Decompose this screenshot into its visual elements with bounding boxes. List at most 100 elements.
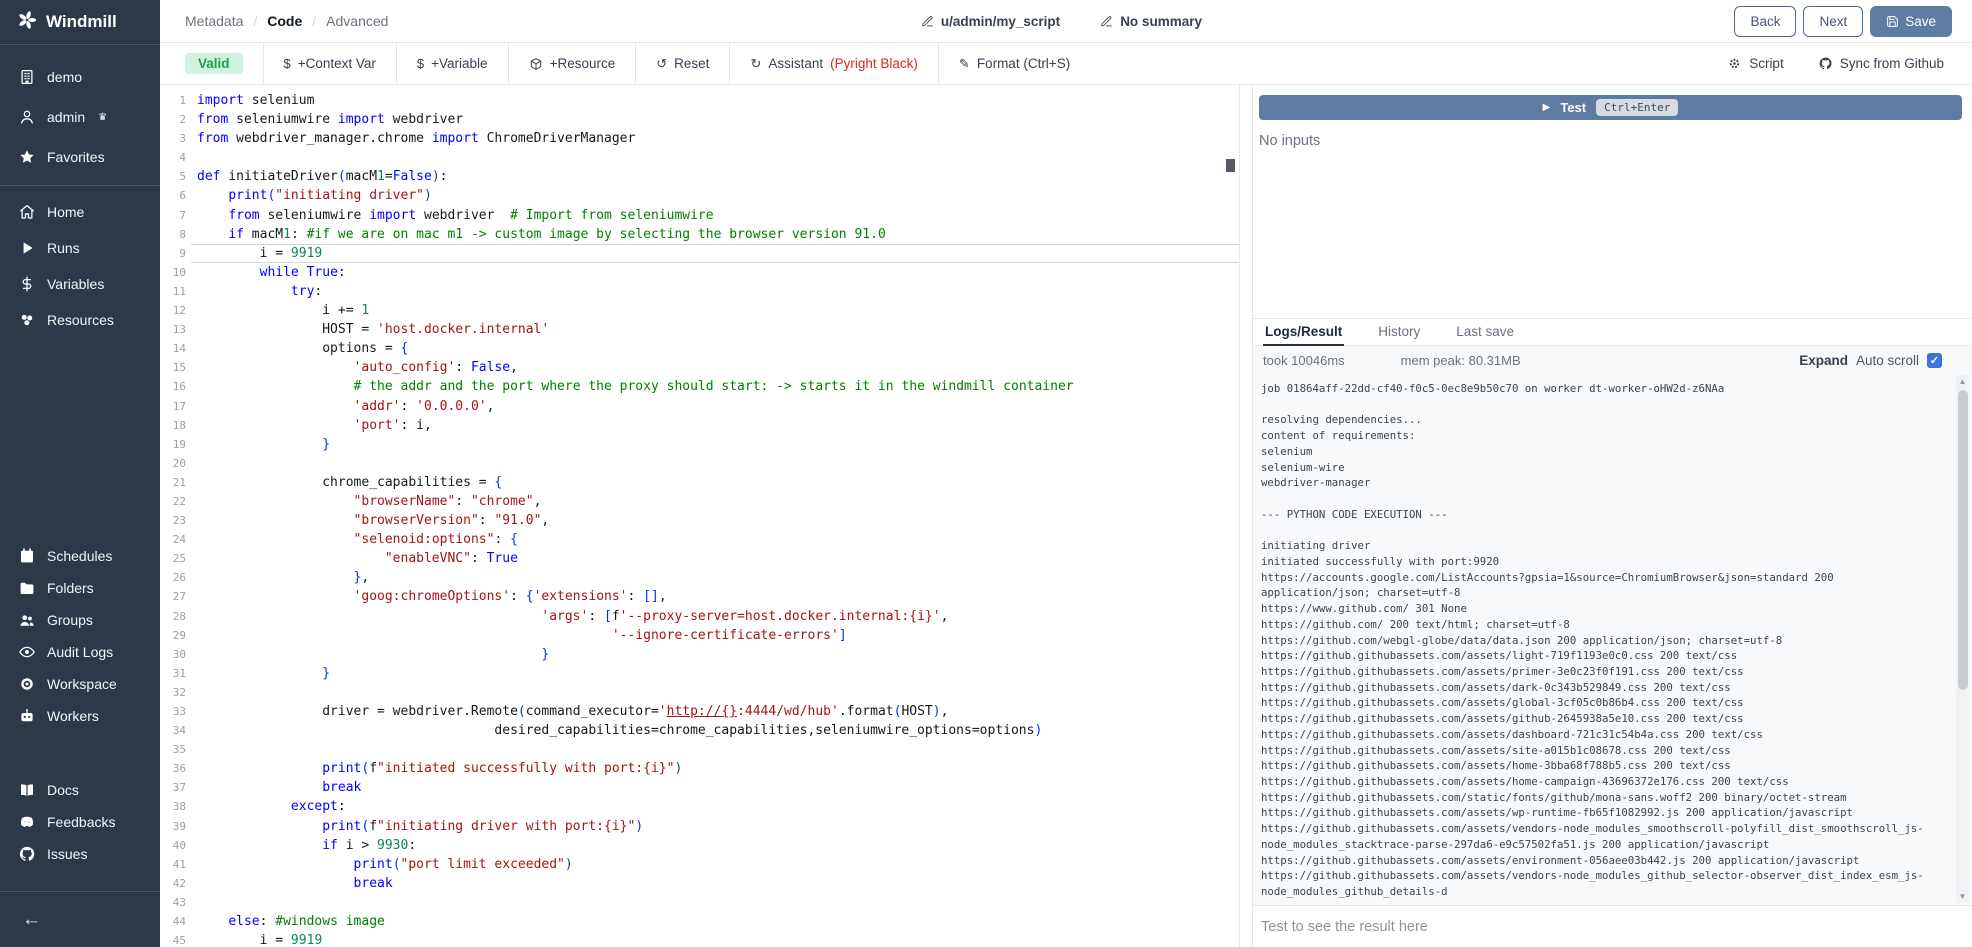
tab-metadata[interactable]: Metadata [185,13,243,29]
code-line[interactable]: 16 # the addr and the port where the pro… [160,377,1239,396]
line-number: 44 [160,912,186,931]
code-text: if macM1: #if we are on mac m1 -> custom… [197,225,886,244]
code-line[interactable]: 44 else: #windows image [160,912,1239,931]
code-line[interactable]: 37 break [160,778,1239,797]
code-line[interactable]: 1import selenium [160,91,1239,110]
add-context-var-button[interactable]: $+Context Var [263,43,396,84]
tab-code[interactable]: Code [267,13,302,29]
results-tab-history[interactable]: History [1378,324,1420,345]
code-line[interactable]: 17 'addr': '0.0.0.0', [160,397,1239,416]
sidebar-item-admin[interactable]: admin♛ [0,97,160,137]
code-line[interactable]: 28 'args': [f'--proxy-server=host.docker… [160,607,1239,626]
code-line[interactable]: 40 if i > 9930: [160,836,1239,855]
code-line[interactable]: 3from webdriver_manager.chrome import Ch… [160,129,1239,148]
code-line[interactable]: 31 } [160,664,1239,683]
sidebar-item-favorites[interactable]: Favorites [0,137,160,177]
code-line[interactable]: 15 'auto_config': False, [160,358,1239,377]
code-text: from webdriver_manager.chrome import Chr… [197,129,635,148]
code-line[interactable]: 45 i = 9919 [160,931,1239,947]
sidebar-item-demo[interactable]: demo [0,57,160,97]
code-line[interactable]: 20 [160,454,1239,473]
sidebar-item-issues[interactable]: Issues [0,838,160,870]
line-number: 34 [160,721,186,740]
code-line[interactable]: 22 "browserName": "chrome", [160,492,1239,511]
code-line[interactable]: 21 chrome_capabilities = { [160,473,1239,492]
scrollbar-thumb[interactable] [1958,390,1968,690]
scroll-down-icon[interactable]: ▼ [1959,890,1967,903]
code-line[interactable]: 2from seleniumwire import webdriver [160,110,1239,129]
code-line[interactable]: 34 desired_capabilities=chrome_capabilit… [160,721,1239,740]
sidebar-item-workers[interactable]: Workers [0,700,160,732]
line-number: 4 [160,148,186,167]
save-button[interactable]: Save [1870,6,1952,37]
code-text: 'addr': '0.0.0.0', [197,397,494,416]
code-line[interactable]: 25 "enableVNC": True [160,549,1239,568]
code-line[interactable]: 13 HOST = 'host.docker.internal' [160,320,1239,339]
code-line[interactable]: 41 print("port limit exceeded") [160,855,1239,874]
code-line[interactable]: 26 }, [160,568,1239,587]
expand-button[interactable]: Expand [1799,353,1848,368]
sidebar-item-groups[interactable]: Groups [0,604,160,636]
code-line[interactable]: 35 [160,740,1239,759]
tab-advanced[interactable]: Advanced [326,13,388,29]
brand[interactable]: Windmill [0,0,160,45]
autoscroll-checkbox[interactable]: ✓ [1927,353,1942,368]
code-line[interactable]: 4 [160,148,1239,167]
test-button[interactable]: ▶ Test Ctrl+Enter [1259,95,1962,120]
code-line[interactable]: 24 "selenoid:options": { [160,530,1239,549]
script-summary[interactable]: No summary [1100,14,1202,29]
logs-scrollbar[interactable]: ▲ ▼ [1956,375,1969,903]
next-button[interactable]: Next [1803,6,1863,37]
assistant-button[interactable]: ↻Assistant(Pyright Black) [729,43,937,84]
sidebar-item-schedules[interactable]: Schedules [0,540,160,572]
sidebar-item-home[interactable]: Home [0,194,160,230]
sidebar-item-feedbacks[interactable]: Feedbacks [0,806,160,838]
sidebar-item-workspace[interactable]: Workspace [0,668,160,700]
code-line[interactable]: 23 "browserVersion": "91.0", [160,511,1239,530]
code-line[interactable]: 9 i = 9919 [160,244,1239,263]
splitter[interactable] [1240,85,1252,947]
add-resource-button[interactable]: +Resource [508,43,636,84]
code-line[interactable]: 12 i += 1 [160,301,1239,320]
code-line[interactable]: 8 if macM1: #if we are on mac m1 -> cust… [160,225,1239,244]
code-editor[interactable]: 1import selenium2from seleniumwire impor… [160,85,1240,947]
scroll-up-icon[interactable]: ▲ [1959,375,1967,388]
dollar-icon: $ [284,56,291,71]
format-button[interactable]: ✎Format (Ctrl+S) [938,43,1090,84]
code-line[interactable]: 19 } [160,435,1239,454]
code-line[interactable]: 33 driver = webdriver.Remote(command_exe… [160,702,1239,721]
sidebar-item-variables[interactable]: Variables [0,266,160,302]
sidebar-item-docs[interactable]: Docs [0,774,160,806]
code-line[interactable]: 14 options = { [160,339,1239,358]
sync-from-github-button[interactable]: Sync from Github [1818,56,1944,71]
code-line[interactable]: 42 break [160,874,1239,893]
code-line[interactable]: 29 '--ignore-certificate-errors'] [160,626,1239,645]
code-line[interactable]: 10 while True: [160,263,1239,282]
code-line[interactable]: 43 [160,893,1239,912]
sidebar: Windmill demoadmin♛Favorites HomeRunsVar… [0,0,160,947]
code-line[interactable]: 7 from seleniumwire import webdriver # I… [160,206,1239,225]
code-line[interactable]: 30 } [160,645,1239,664]
script-path[interactable]: u/admin/my_script [921,14,1060,29]
code-line[interactable]: 11 try: [160,282,1239,301]
code-line[interactable]: 39 print(f"initiating driver with port:{… [160,817,1239,836]
sidebar-item-resources[interactable]: Resources [0,302,160,338]
results-tab-last-save[interactable]: Last save [1456,324,1514,345]
right-panel: ▶ Test Ctrl+Enter No inputs Logs/ResultH… [1252,85,1972,947]
code-line[interactable]: 5def initiateDriver(macM1=False): [160,167,1239,186]
code-line[interactable]: 18 'port': i, [160,416,1239,435]
code-line[interactable]: 6 print("initiating driver") [160,186,1239,205]
add-variable-button[interactable]: $+Variable [396,43,508,84]
results-tab-logs-result[interactable]: Logs/Result [1265,324,1342,345]
sidebar-item-runs[interactable]: Runs [0,230,160,266]
code-line[interactable]: 36 print(f"initiated successfully with p… [160,759,1239,778]
code-line[interactable]: 32 [160,683,1239,702]
script-kind-button[interactable]: Script [1727,56,1784,71]
back-button[interactable]: Back [1734,6,1796,37]
code-line[interactable]: 38 except: [160,797,1239,816]
sidebar-item-folders[interactable]: Folders [0,572,160,604]
collapse-sidebar-button[interactable]: ← [0,891,160,947]
code-line[interactable]: 27 'goog:chromeOptions': {'extensions': … [160,587,1239,606]
reset-button[interactable]: ↺Reset [635,43,729,84]
sidebar-item-audit-logs[interactable]: Audit Logs [0,636,160,668]
